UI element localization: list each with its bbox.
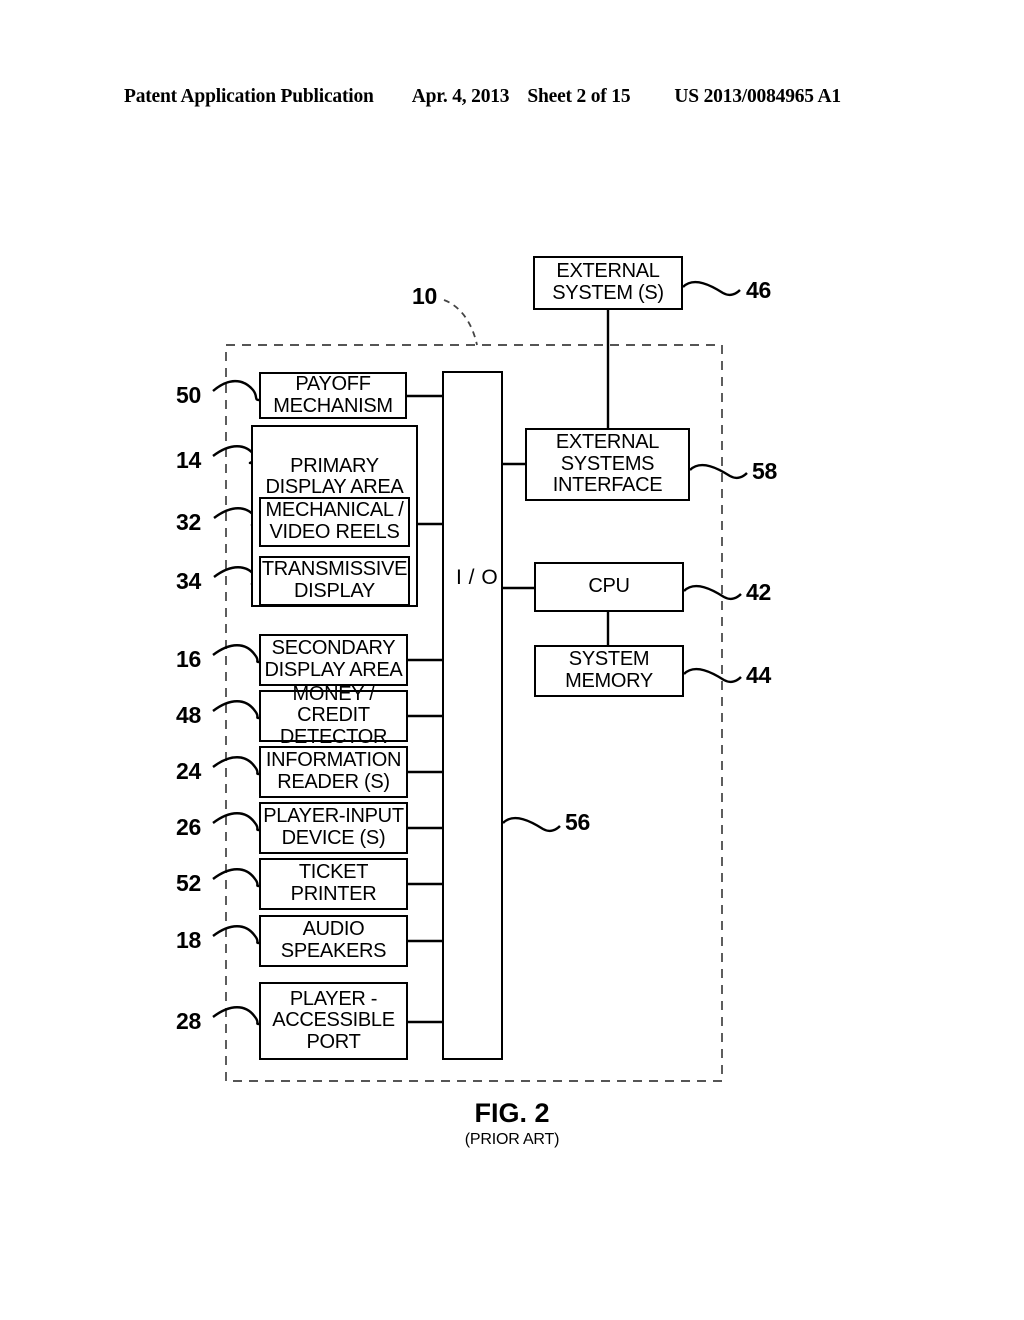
figure-title: FIG. 2 xyxy=(474,1098,550,1128)
ref-16: 16 xyxy=(176,646,201,672)
leader-44 xyxy=(683,668,742,684)
box-payoff-mechanism: PAYOFF MECHANISM xyxy=(259,372,407,419)
figure-caption: FIG. 2 (PRIOR ART) xyxy=(0,1098,1024,1149)
box-io-bus xyxy=(442,371,503,1060)
leader-52 xyxy=(212,868,260,888)
box-player-accessible-port: PLAYER - ACCESSIBLE PORT xyxy=(259,982,408,1060)
ref-52: 52 xyxy=(176,870,201,896)
figure-subtitle: (PRIOR ART) xyxy=(464,1131,560,1148)
leader-42 xyxy=(683,585,742,601)
leader-28 xyxy=(212,1006,260,1026)
ref-50: 50 xyxy=(176,382,201,408)
ref-46: 46 xyxy=(746,277,771,303)
box-information-readers: INFORMATION READER (S) xyxy=(259,746,408,798)
ref-58: 58 xyxy=(752,458,777,484)
ref-32: 32 xyxy=(176,509,201,535)
ref-34: 34 xyxy=(176,568,201,594)
leader-10 xyxy=(443,299,478,346)
box-money-credit-detector: MONEY / CREDIT DETECTOR xyxy=(259,683,408,748)
ref-42: 42 xyxy=(746,579,771,605)
leader-24 xyxy=(212,756,260,776)
box-transmissive-display: TRANSMISSIVE DISPLAY xyxy=(259,556,410,606)
box-audio-speakers: AUDIO SPEAKERS xyxy=(259,915,408,967)
leader-48 xyxy=(212,700,260,720)
ref-48: 48 xyxy=(176,702,201,728)
box-player-input-devices: PLAYER-INPUT DEVICE (S) xyxy=(259,802,408,854)
leader-46 xyxy=(682,281,741,297)
ref-24: 24 xyxy=(176,758,201,784)
ref-10: 10 xyxy=(412,283,437,309)
box-external-systems: EXTERNAL SYSTEM (S) xyxy=(533,256,683,310)
leader-16 xyxy=(212,644,260,664)
ref-18: 18 xyxy=(176,927,201,953)
box-system-memory: SYSTEM MEMORY xyxy=(534,645,684,697)
io-bus-label: I / O xyxy=(456,566,499,589)
ref-28: 28 xyxy=(176,1008,201,1034)
leader-14 xyxy=(212,445,258,465)
ref-44: 44 xyxy=(746,662,771,688)
leader-56 xyxy=(502,817,561,833)
box-secondary-display-area: SECONDARY DISPLAY AREA xyxy=(259,634,408,686)
leader-58 xyxy=(689,464,748,480)
primary-display-area-label: PRIMARY DISPLAY AREA xyxy=(265,454,404,499)
leader-50 xyxy=(212,379,260,402)
box-external-systems-interface: EXTERNAL SYSTEMS INTERFACE xyxy=(525,428,690,501)
ref-14: 14 xyxy=(176,447,201,473)
leader-26 xyxy=(212,812,260,832)
ref-56: 56 xyxy=(565,809,590,835)
leader-18 xyxy=(212,925,260,945)
box-mechanical-video-reels: MECHANICAL / VIDEO REELS xyxy=(259,497,410,547)
ref-26: 26 xyxy=(176,814,201,840)
box-cpu: CPU xyxy=(534,562,684,612)
box-ticket-printer: TICKET PRINTER xyxy=(259,858,408,910)
